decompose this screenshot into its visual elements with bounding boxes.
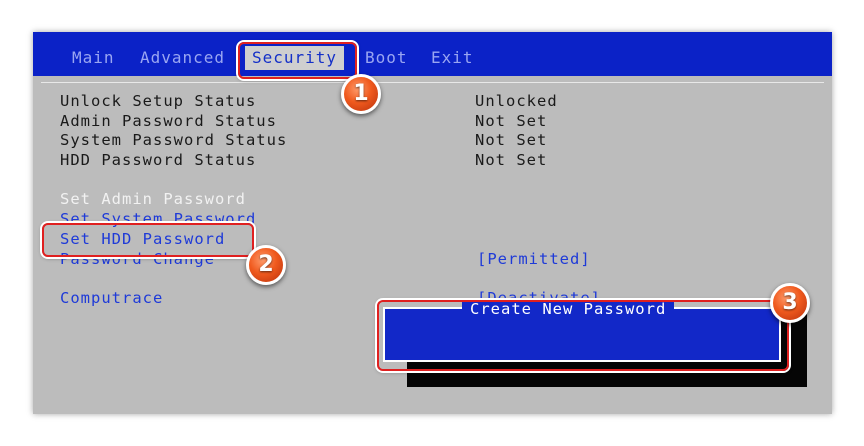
system-password-status-label: System Password Status [60,131,288,149]
step-badge-1: 1 [341,74,381,114]
admin-password-status-label: Admin Password Status [60,112,277,130]
set-hdd-password-highlight [42,223,254,257]
system-password-status-value: Not Set [475,131,548,149]
dialog-highlight [377,300,789,371]
menu-tab-boot[interactable]: Boot [365,46,408,70]
admin-password-status-value: Not Set [475,112,548,130]
hdd-password-status-value: Not Set [475,151,548,169]
header-divider [41,82,824,83]
computrace-option[interactable]: Computrace [60,288,163,308]
bios-menu-bar: Main Advanced Security Boot Exit [33,32,832,76]
password-change-value[interactable]: [Permitted] [477,249,591,269]
step-badge-3: 3 [770,283,810,323]
security-tab-highlight [238,42,357,79]
menu-tab-main[interactable]: Main [72,46,115,70]
unlock-setup-status-value: Unlocked [475,92,558,110]
step-badge-2: 2 [246,245,286,285]
hdd-password-status-label: HDD Password Status [60,151,257,169]
menu-tab-advanced[interactable]: Advanced [140,46,225,70]
set-admin-password-option[interactable]: Set Admin Password [60,189,246,209]
menu-tab-exit[interactable]: Exit [431,46,474,70]
unlock-setup-status-label: Unlock Setup Status [60,92,257,110]
